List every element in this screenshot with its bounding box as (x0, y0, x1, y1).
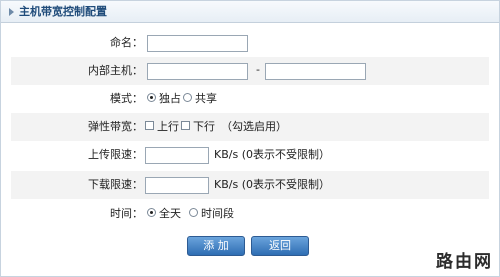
add-button[interactable]: 添 加 (187, 236, 245, 256)
elastic-upstream-checkbox[interactable] (145, 121, 154, 130)
upload-limit-label: 上传限速： (88, 148, 143, 161)
mode-exclusive-label: 独占 (159, 92, 181, 105)
upload-limit-input[interactable] (145, 147, 209, 164)
mode-shared-radio[interactable] (183, 93, 192, 102)
upload-unit-hint: KB/s (0表示不受限制） (214, 148, 330, 161)
time-label: 时间： (110, 207, 143, 220)
elastic-upstream-label: 上行 (157, 120, 179, 133)
inner-host-end-input[interactable] (265, 63, 366, 80)
watermark-logo: 路由网 (436, 252, 493, 272)
inner-host-row: 内部主机： - (11, 57, 489, 85)
inner-host-start-input[interactable] (147, 63, 248, 80)
name-input[interactable] (147, 35, 248, 52)
back-button[interactable]: 返回 (251, 236, 309, 256)
mode-row: 模式： 独占 共享 (11, 85, 489, 113)
name-row: 命名： (11, 29, 489, 57)
download-limit-input[interactable] (145, 177, 209, 194)
mode-label: 模式： (110, 92, 143, 105)
panel-header: 主机带宽控制配置 (1, 1, 499, 23)
mode-shared-label: 共享 (195, 92, 217, 105)
upload-limit-row: 上传限速： KB/s (0表示不受限制） (11, 141, 489, 169)
time-allday-radio[interactable] (147, 208, 156, 217)
bandwidth-config-panel: 主机带宽控制配置 命名： 内部主机： - 模式： 独占 共享 弹性带宽： 上行 … (0, 0, 500, 277)
download-limit-label: 下载限速： (88, 178, 143, 191)
elastic-bandwidth-row: 弹性带宽： 上行 下行 （勾选启用） (11, 113, 489, 141)
time-period-radio[interactable] (189, 208, 198, 217)
range-separator: - (256, 63, 260, 76)
time-period-label: 时间段 (201, 207, 234, 220)
name-label: 命名： (110, 36, 143, 49)
elastic-downstream-checkbox[interactable] (181, 121, 190, 130)
elastic-hint: （勾选启用） (221, 120, 287, 133)
page-title: 主机带宽控制配置 (19, 5, 107, 18)
elastic-bandwidth-label: 弹性带宽： (88, 120, 143, 133)
mode-exclusive-radio[interactable] (147, 93, 156, 102)
download-unit-hint: KB/s (0表示不受限制） (214, 178, 330, 191)
triangle-right-icon (9, 8, 14, 16)
time-allday-label: 全天 (159, 207, 181, 220)
download-limit-row: 下载限速： KB/s (0表示不受限制） (11, 171, 489, 199)
inner-host-label: 内部主机： (88, 64, 143, 77)
elastic-downstream-label: 下行 (193, 120, 215, 133)
time-row: 时间： 全天 时间段 (11, 200, 489, 228)
